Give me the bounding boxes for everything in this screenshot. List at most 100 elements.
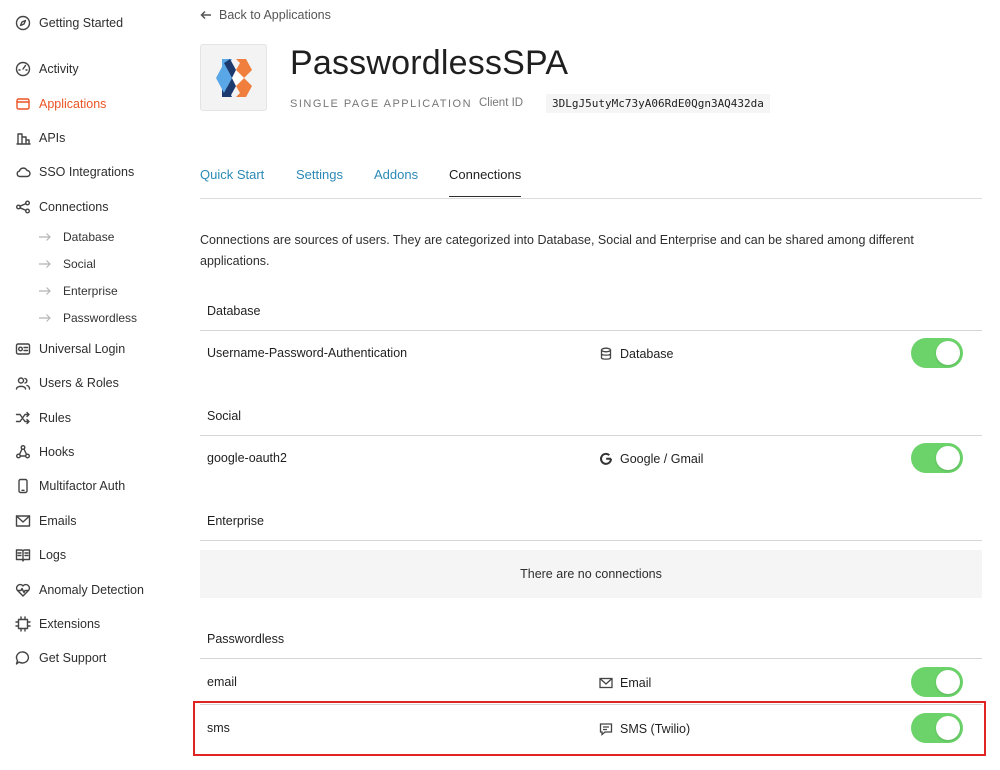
connections-icon xyxy=(14,198,32,216)
app-logo-icon xyxy=(215,58,252,97)
applications-icon xyxy=(14,95,32,113)
mail-icon xyxy=(598,675,614,691)
sidebar-subitem-label: Enterprise xyxy=(63,284,118,298)
sidebar-item-label: Anomaly Detection xyxy=(39,583,144,597)
connection-toggle-email[interactable] xyxy=(911,667,963,697)
sidebar-item-label: Connections xyxy=(39,200,109,214)
sidebar-subitem-database[interactable]: Database xyxy=(38,227,114,247)
sidebar-subitem-label: Passwordless xyxy=(63,311,138,325)
connection-name: Username-Password-Authentication xyxy=(207,346,408,360)
sidebar-item-label: APIs xyxy=(39,131,66,145)
sidebar-item-getting-started[interactable]: Getting Started xyxy=(14,12,123,34)
tab-quick-start[interactable]: Quick Start xyxy=(200,167,264,196)
connection-name: google-oauth2 xyxy=(207,451,287,465)
sidebar-item-label: Getting Started xyxy=(39,16,124,30)
sidebar-subitem-enterprise[interactable]: Enterprise xyxy=(38,281,118,301)
sidebar-item-label: Users & Roles xyxy=(39,376,119,390)
back-to-applications-link[interactable]: Back to Applications xyxy=(200,8,331,22)
phone-icon xyxy=(14,477,32,495)
sidebar-item-label: Multifactor Auth xyxy=(39,479,126,493)
connection-type-label: Email xyxy=(620,676,652,690)
app-type-label: SINGLE PAGE APPLICATION xyxy=(290,98,473,110)
section-title-social: Social xyxy=(207,409,242,423)
toggle-knob xyxy=(936,446,960,470)
arrow-right-icon xyxy=(38,313,54,323)
sidebar-subitem-label: Social xyxy=(63,257,96,271)
sidebar-item-multifactor-auth[interactable]: Multifactor Auth xyxy=(14,475,125,497)
sidebar-item-label: Emails xyxy=(39,514,77,528)
google-icon xyxy=(598,451,614,467)
apis-icon xyxy=(14,129,32,147)
sidebar-subitem-label: Database xyxy=(63,230,115,244)
sidebar-item-emails[interactable]: Emails xyxy=(14,510,77,532)
users-icon xyxy=(14,374,32,392)
arrow-left-icon xyxy=(200,10,211,20)
sidebar-item-rules[interactable]: Rules xyxy=(14,407,71,429)
compass-icon xyxy=(14,14,32,32)
sidebar-item-label: Universal Login xyxy=(39,342,126,356)
sidebar-item-get-support[interactable]: Get Support xyxy=(14,647,106,669)
mail-icon xyxy=(14,512,32,530)
sidebar-item-label: Rules xyxy=(39,411,71,425)
app-logo xyxy=(200,44,267,111)
tab-addons[interactable]: Addons xyxy=(374,167,418,196)
hooks-icon xyxy=(14,443,32,461)
sidebar-subitem-passwordless[interactable]: Passwordless xyxy=(38,308,137,328)
sidebar-item-label: Hooks xyxy=(39,445,75,459)
sidebar-subitem-social[interactable]: Social xyxy=(38,254,96,274)
book-icon xyxy=(14,546,32,564)
sidebar-item-connections[interactable]: Connections xyxy=(14,196,109,218)
empty-connections-message: There are no connections xyxy=(200,550,982,598)
sidebar-item-label: Activity xyxy=(39,62,79,76)
toggle-knob xyxy=(936,670,960,694)
connections-description: Connections are sources of users. They a… xyxy=(200,233,914,268)
section-title-passwordless: Passwordless xyxy=(207,632,285,646)
connection-toggle-google-oauth2[interactable] xyxy=(911,443,963,473)
sidebar-item-sso-integrations[interactable]: SSO Integrations xyxy=(14,161,134,183)
sidebar-item-label: Logs xyxy=(39,548,67,562)
sidebar: Getting Started Activity Applications AP… xyxy=(0,0,180,770)
connection-name: email xyxy=(207,675,237,689)
client-id-label: Client ID xyxy=(479,97,524,109)
section-title-database: Database xyxy=(207,304,261,318)
sidebar-item-label: Get Support xyxy=(39,651,107,665)
arrow-right-icon xyxy=(38,259,54,269)
chip-icon xyxy=(14,615,32,633)
sidebar-item-applications[interactable]: Applications xyxy=(14,93,106,115)
connection-type-label: Database xyxy=(620,347,674,361)
tab-bar: Quick Start Settings Addons Connections xyxy=(200,160,982,199)
sidebar-item-anomaly-detection[interactable]: Anomaly Detection xyxy=(14,579,144,601)
login-icon xyxy=(14,340,32,358)
sidebar-item-label: Applications xyxy=(39,97,107,111)
connection-toggle-username-password[interactable] xyxy=(911,338,963,368)
sidebar-item-label: SSO Integrations xyxy=(39,165,135,179)
connection-type: Email xyxy=(598,675,651,691)
heart-icon xyxy=(14,581,32,599)
tab-settings[interactable]: Settings xyxy=(296,167,343,196)
section-title-enterprise: Enterprise xyxy=(207,514,264,528)
cloud-icon xyxy=(14,163,32,181)
arrow-right-icon xyxy=(38,286,54,296)
connection-type: Database xyxy=(598,346,674,362)
toggle-knob xyxy=(936,341,960,365)
sidebar-item-extensions[interactable]: Extensions xyxy=(14,613,100,635)
sidebar-item-logs[interactable]: Logs xyxy=(14,544,66,566)
sidebar-item-label: Extensions xyxy=(39,617,101,631)
divider xyxy=(200,330,982,331)
divider xyxy=(200,658,982,659)
tab-connections[interactable]: Connections xyxy=(449,167,522,197)
gauge-icon xyxy=(14,60,32,78)
sidebar-item-universal-login[interactable]: Universal Login xyxy=(14,338,125,360)
sidebar-item-users-roles[interactable]: Users & Roles xyxy=(14,372,119,394)
connection-type-label: Google / Gmail xyxy=(620,452,704,466)
sidebar-item-hooks[interactable]: Hooks xyxy=(14,441,74,463)
connection-type: Google / Gmail xyxy=(598,451,703,467)
divider xyxy=(200,540,982,541)
divider xyxy=(200,435,982,436)
sidebar-item-activity[interactable]: Activity xyxy=(14,58,79,80)
chat-icon xyxy=(14,649,32,667)
sidebar-item-apis[interactable]: APIs xyxy=(14,127,65,149)
client-id-value[interactable]: 3DLgJ5utyMc73yA06RdE0Qgn3AQ432da xyxy=(546,94,770,113)
arrow-right-icon xyxy=(38,232,54,242)
shuffle-icon xyxy=(14,409,32,427)
